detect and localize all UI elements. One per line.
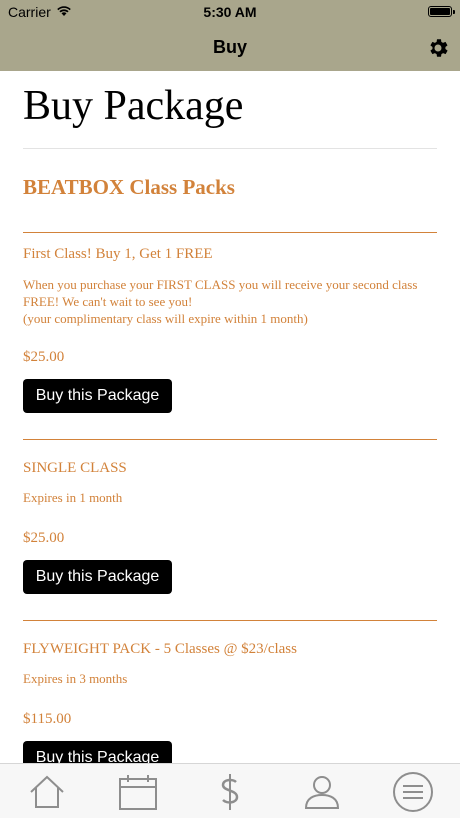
package-list: Buy Package BEATBOX Class Packs First Cl… (0, 71, 460, 763)
package-divider (23, 439, 437, 440)
package-price: $25.00 (23, 530, 65, 546)
buy-package-button[interactable]: Buy this Package (23, 741, 172, 763)
tab-calendar[interactable] (116, 770, 160, 814)
tab-bar (0, 763, 460, 818)
user-icon (304, 776, 340, 809)
package-description-line: FREE! We can't wait to see you! (23, 294, 193, 309)
nav-title: Buy (212, 37, 247, 57)
home-icon (30, 775, 64, 808)
menu-icon (393, 772, 433, 812)
gear-icon[interactable] (426, 36, 450, 60)
package-description: Expires in 3 months (23, 670, 443, 687)
section-title: BEATBOX Class Packs (23, 175, 235, 199)
buy-package-button[interactable]: Buy this Package (23, 379, 172, 413)
package-description-line: Expires in 1 month (23, 490, 123, 505)
package-divider (23, 232, 437, 233)
package-name: First Class! Buy 1, Get 1 FREE (23, 246, 213, 262)
tab-home[interactable] (25, 770, 69, 814)
package-description-line: (your complimentary class will expire wi… (23, 311, 308, 326)
package-name: FLYWEIGHT PACK - 5 Classes @ $23/class (23, 641, 297, 657)
package-description: Expires in 1 month (23, 489, 443, 506)
page-title: Buy Package (23, 83, 244, 129)
package-description-line: Expires in 3 months (23, 671, 128, 686)
buy-package-button[interactable]: Buy this Package (23, 560, 172, 594)
package-name: SINGLE CLASS (23, 460, 127, 476)
battery-icon (428, 6, 455, 17)
dollar-icon (221, 774, 239, 810)
tab-buy[interactable] (208, 770, 252, 814)
nav-bar: Buy (0, 24, 460, 71)
package-divider (23, 620, 437, 621)
package-price: $115.00 (23, 711, 72, 727)
tab-menu[interactable] (391, 770, 435, 814)
status-bar: Carrier 5:30 AM (0, 0, 460, 24)
package-description-line: When you purchase your FIRST CLASS you w… (23, 277, 418, 292)
status-time: 5:30 AM (203, 4, 257, 20)
package-description: When you purchase your FIRST CLASS you w… (23, 276, 443, 327)
package-price: $25.00 (23, 349, 65, 365)
tab-profile[interactable] (300, 770, 344, 814)
calendar-icon (119, 775, 157, 810)
title-divider (23, 148, 437, 149)
